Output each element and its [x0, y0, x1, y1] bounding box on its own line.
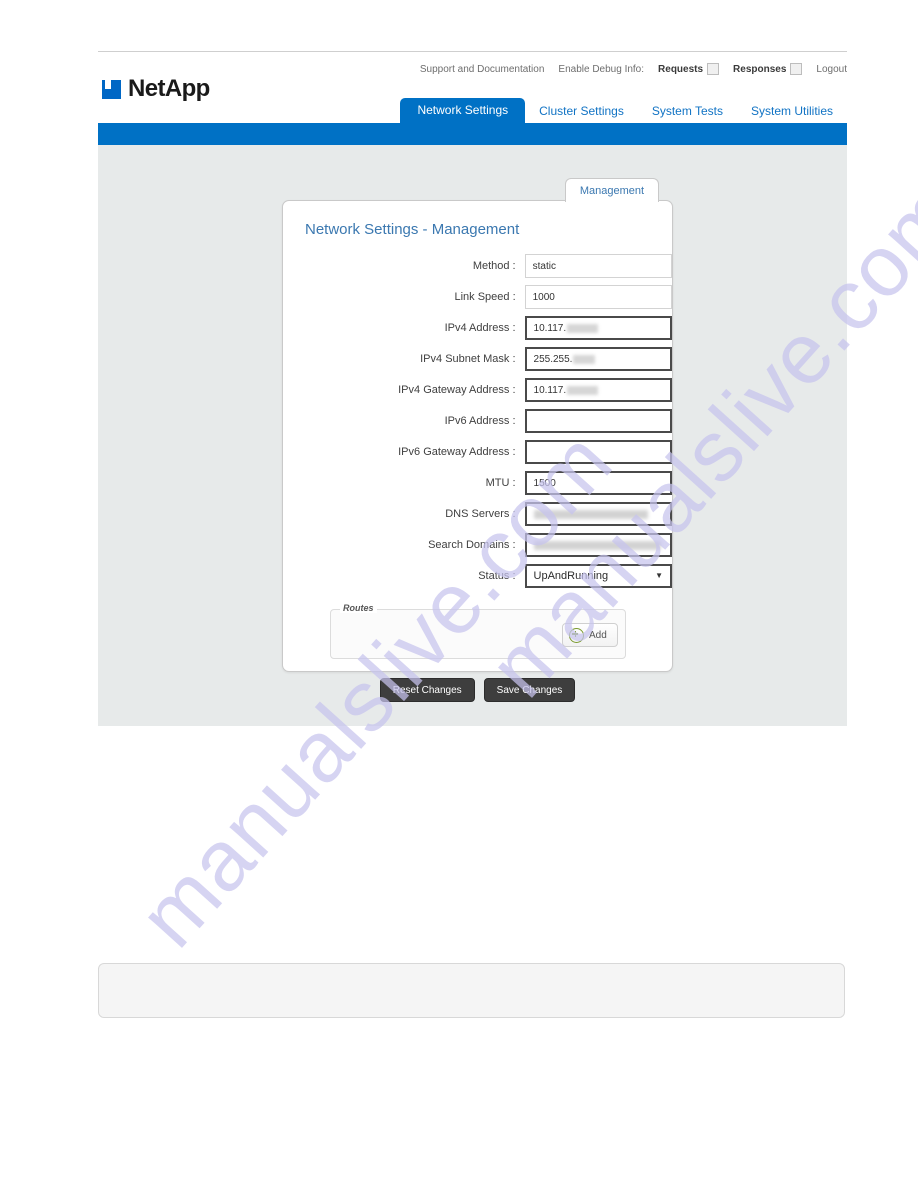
field-label: IPv4 Subnet Mask : [420, 353, 516, 365]
routes-legend: Routes [340, 603, 377, 613]
field-label: IPv6 Address : [444, 415, 516, 427]
status-value: UpAndRunning [533, 570, 609, 582]
field-input[interactable] [524, 533, 672, 557]
network-settings-form: Method : static Link Speed : 1000 IPv4 Addre… [283, 254, 672, 595]
header-divider [98, 51, 847, 52]
field-label: MTU : [485, 477, 516, 489]
tab-management[interactable]: Management [565, 178, 659, 202]
form-actions: Reset Changes Save Changes [283, 678, 672, 702]
brand-name: NetApp [128, 75, 210, 102]
add-route-label: Add [589, 629, 607, 641]
form-row: MTU : 1500 [283, 471, 672, 495]
field-label: IPv4 Gateway Address : [398, 384, 516, 396]
field-value: 1000 [532, 291, 555, 303]
field-value: 10.117. [533, 384, 567, 396]
chevron-down-icon: ▼ [655, 571, 663, 580]
field-label: Link Speed : [454, 291, 516, 303]
requests-checkbox-group[interactable]: Requests [658, 63, 720, 75]
field-value: 255.255. [533, 353, 573, 365]
field-input[interactable]: 10.117. [524, 316, 672, 340]
field-input[interactable] [524, 502, 672, 526]
field-label: Method : [472, 260, 516, 272]
content-canvas: Management Network Settings - Management… [98, 145, 847, 726]
field-label: DNS Servers : [445, 508, 516, 520]
nav-accent-bar [98, 123, 847, 145]
enable-debug-info-label: Enable Debug Info: [558, 63, 645, 75]
field-value-redacted [533, 540, 662, 550]
netapp-logo-icon [102, 79, 121, 99]
form-row: DNS Servers : [283, 502, 672, 526]
responses-checkbox-group[interactable]: Responses [733, 63, 803, 75]
footer-box [98, 963, 845, 1018]
form-row: Link Speed : 1000 [283, 285, 672, 309]
responses-label: Responses [733, 63, 787, 75]
requests-checkbox[interactable] [707, 63, 720, 75]
add-route-button[interactable]: Add [562, 623, 618, 647]
nav-tab-cluster-settings[interactable]: Cluster Settings [525, 100, 638, 124]
field-input[interactable]: 1500 [524, 471, 672, 495]
network-settings-panel: Network Settings - Management Method : st… [282, 199, 673, 702]
field-value-redacted [567, 323, 598, 333]
field-label: IPv6 Gateway Address : [398, 446, 516, 458]
form-row: IPv4 Subnet Mask : 255.255. [283, 347, 672, 371]
form-row: IPv6 Address : [283, 409, 672, 433]
form-row: IPv4 Gateway Address : 10.117. [283, 378, 672, 402]
field-label: Search Domains : [428, 539, 516, 551]
form-row: Search Domains : [283, 533, 672, 557]
field-value: 10.117. [533, 322, 567, 334]
logout-link[interactable]: Logout [816, 64, 847, 75]
form-row: Method : static [283, 254, 672, 278]
reset-changes-button[interactable]: Reset Changes [379, 678, 475, 702]
field-value-redacted [533, 509, 648, 519]
save-changes-button[interactable]: Save Changes [483, 678, 576, 702]
field-label: Status : [478, 570, 516, 582]
form-row: Status : UpAndRunning ▼ [283, 564, 672, 588]
field-input[interactable] [524, 440, 672, 464]
nav-tab-system-utilities[interactable]: System Utilities [737, 100, 847, 124]
field-value: static [532, 260, 556, 272]
field-input: 1000 [524, 285, 672, 309]
nav-tab-network-settings[interactable]: Network Settings [400, 98, 526, 124]
field-input[interactable]: 255.255. [524, 347, 672, 371]
support-documentation-link[interactable]: Support and Documentation [420, 64, 545, 75]
plus-circle-icon [569, 627, 584, 643]
field-label: IPv4 Address : [444, 322, 516, 334]
netapp-logo: NetApp [102, 77, 210, 101]
field-input[interactable] [524, 409, 672, 433]
field-value: 1500 [533, 477, 556, 489]
page-root: NetApp Support and Documentation Enable … [0, 0, 918, 1188]
requests-label: Requests [658, 63, 704, 75]
field-value-redacted [567, 385, 598, 395]
utility-bar: Support and Documentation Enable Debug I… [420, 63, 847, 75]
field-input: static [524, 254, 672, 278]
routes-fieldset: Routes Add [330, 603, 626, 659]
nav-tab-system-tests[interactable]: System Tests [638, 100, 737, 124]
page-title: Network Settings - Management [305, 221, 520, 238]
main-navigation: Network Settings Cluster Settings System T… [98, 98, 847, 124]
form-row: IPv6 Gateway Address : [283, 440, 672, 464]
field-value-redacted [573, 354, 596, 364]
responses-checkbox[interactable] [790, 63, 803, 75]
status-select[interactable]: UpAndRunning ▼ [524, 564, 672, 588]
field-input[interactable]: 10.117. [524, 378, 672, 402]
form-row: IPv4 Address : 10.117. [283, 316, 672, 340]
